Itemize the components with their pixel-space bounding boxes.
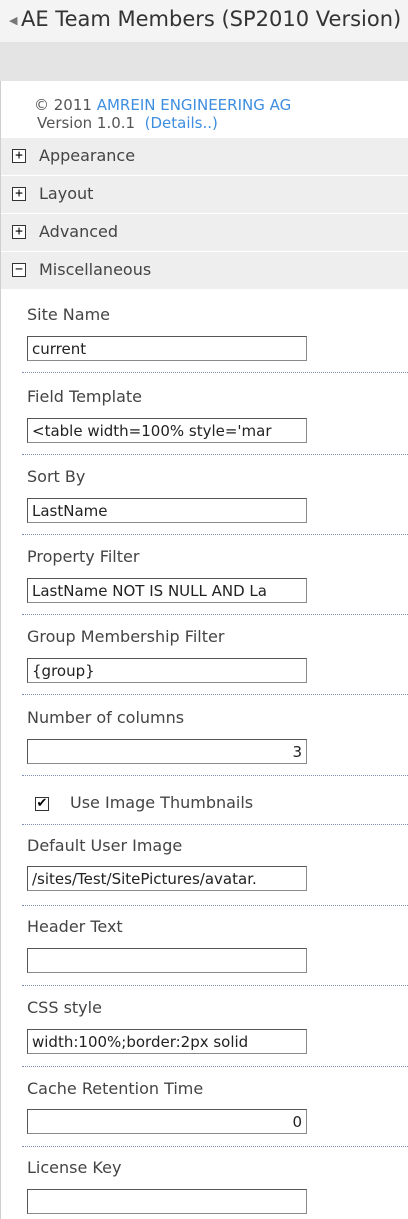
expand-icon[interactable]: +: [12, 187, 26, 201]
company-link[interactable]: AMREIN ENGINEERING AG: [97, 96, 292, 114]
separator: [22, 1066, 408, 1067]
default-user-image-label: Default User Image: [27, 836, 183, 855]
details-link[interactable]: (Details..): [145, 114, 218, 132]
collapse-arrow-icon[interactable]: ◀: [9, 14, 17, 27]
section-label[interactable]: Appearance: [39, 146, 135, 165]
site-name-input[interactable]: current: [27, 336, 307, 361]
group-membership-filter-input[interactable]: {group}: [27, 658, 307, 683]
use-image-thumbnails-checkbox[interactable]: ✔: [35, 797, 49, 811]
property-filter-label: Property Filter: [27, 547, 140, 566]
field-template-input[interactable]: <table width=100% style='mar: [27, 418, 307, 443]
site-name-label: Site Name: [27, 305, 111, 324]
sort-by-input[interactable]: LastName: [27, 498, 307, 523]
separator: [22, 1146, 408, 1147]
separator: [22, 454, 408, 455]
css-style-label: CSS style: [27, 998, 102, 1017]
web-part-title: AE Team Members (SP2010 Version): [21, 7, 402, 31]
header-text-input[interactable]: [27, 948, 307, 973]
sort-by-label: Sort By: [27, 467, 86, 486]
toolpane-toolbar: [0, 43, 408, 81]
cache-retention-time-input[interactable]: 0: [27, 1109, 307, 1134]
copyright-text: © 2011: [34, 96, 97, 114]
separator: [22, 372, 408, 373]
separator: [22, 534, 408, 535]
section-layout[interactable]: + Layout: [1, 176, 408, 214]
section-advanced[interactable]: + Advanced: [1, 214, 408, 252]
header-text-label: Header Text: [27, 917, 123, 936]
section-label[interactable]: Advanced: [39, 222, 118, 241]
cache-retention-time-label: Cache Retention Time: [27, 1079, 204, 1098]
collapse-icon[interactable]: −: [12, 263, 26, 277]
separator: [22, 694, 408, 695]
expand-icon[interactable]: +: [12, 149, 26, 163]
copyright-info: © 2011 AMREIN ENGINEERING AG Version 1.0…: [34, 96, 291, 132]
separator: [22, 775, 408, 776]
number-of-columns-input[interactable]: 3: [27, 739, 307, 764]
field-template-label: Field Template: [27, 387, 143, 406]
section-miscellaneous[interactable]: − Miscellaneous: [1, 252, 408, 290]
web-part-title-bar: ◀ AE Team Members (SP2010 Version): [0, 0, 408, 43]
separator: [22, 614, 408, 615]
default-user-image-input[interactable]: /sites/Test/SitePictures/avatar.: [27, 866, 307, 891]
separator: [22, 905, 408, 906]
section-label[interactable]: Layout: [39, 184, 93, 203]
version-text: Version 1.0.1: [37, 114, 136, 132]
property-filter-input[interactable]: LastName NOT IS NULL AND La: [27, 578, 307, 603]
separator: [22, 985, 408, 986]
group-membership-filter-label: Group Membership Filter: [27, 627, 225, 646]
use-image-thumbnails-label: Use Image Thumbnails: [70, 793, 254, 812]
section-appearance[interactable]: + Appearance: [1, 138, 408, 176]
separator: [22, 824, 408, 825]
license-key-label: License Key: [27, 1158, 122, 1177]
css-style-input[interactable]: width:100%;border:2px solid: [27, 1029, 307, 1054]
license-key-input[interactable]: [27, 1189, 307, 1214]
number-of-columns-label: Number of columns: [27, 708, 185, 727]
section-label[interactable]: Miscellaneous: [39, 260, 151, 279]
expand-icon[interactable]: +: [12, 225, 26, 239]
